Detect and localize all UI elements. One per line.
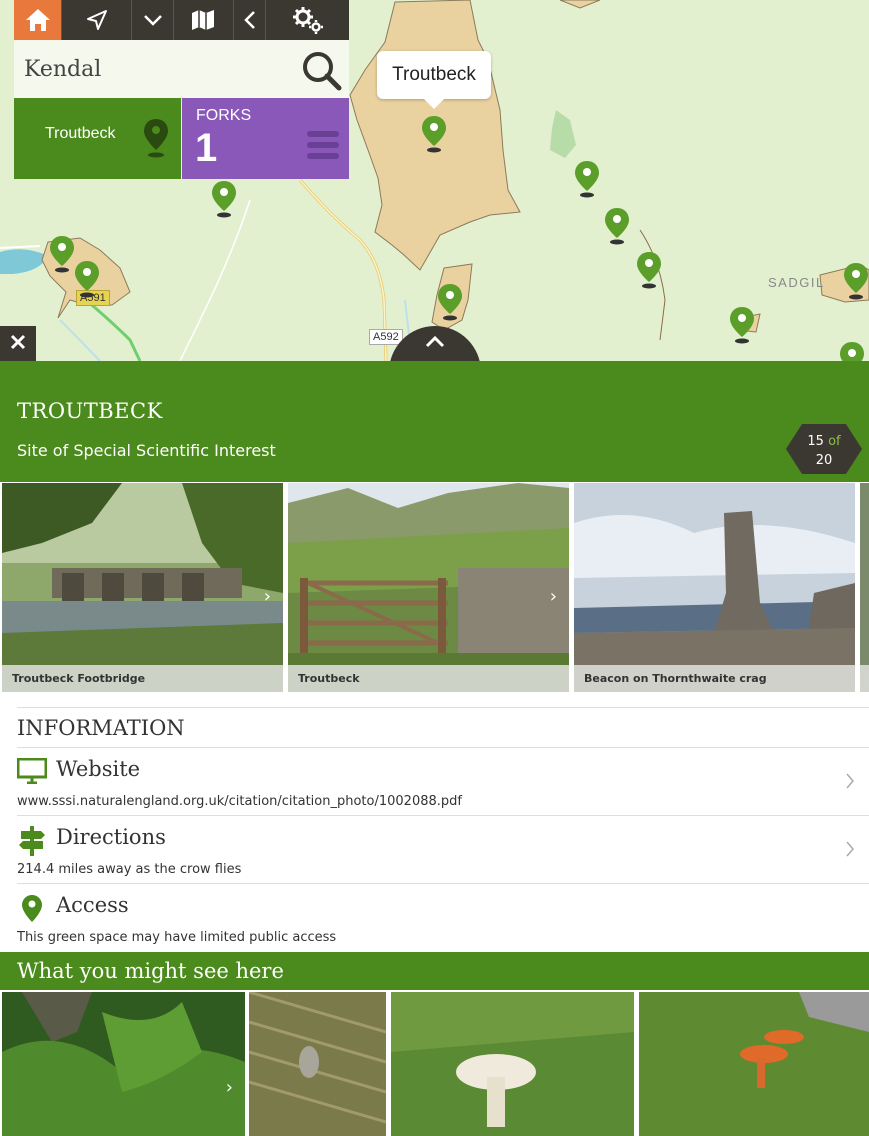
info-row-title: Access — [56, 893, 129, 917]
chevron-right-icon: › — [263, 586, 271, 607]
gallery-caption: Beacon on Thornthwaite crag — [574, 665, 855, 692]
info-row-subtitle: This green space may have limited public… — [17, 930, 337, 945]
map-toolbar — [14, 0, 349, 40]
map-pin-icon — [21, 894, 43, 928]
pager-index: 15 — [807, 434, 824, 449]
site-header: TROUTBECK Site of Special Scientific Int… — [0, 361, 869, 482]
monitor-icon — [16, 757, 48, 788]
home-icon — [24, 7, 52, 33]
place-label: SADGIL — [768, 275, 825, 290]
search-button[interactable] — [299, 48, 343, 92]
map-callout[interactable]: Troutbeck — [377, 51, 491, 109]
pager-total: 20 — [815, 453, 833, 468]
map-pin[interactable] — [49, 235, 75, 273]
see-here-title: What you might see here — [17, 959, 284, 983]
gallery-item[interactable]: › Troutbeck — [288, 483, 569, 692]
gallery-item-partial[interactable] — [860, 483, 869, 692]
forks-count: 1 — [195, 126, 218, 170]
species-item[interactable] — [249, 992, 386, 1136]
map-icon — [190, 9, 218, 31]
map-pin[interactable] — [604, 207, 630, 245]
forks-card[interactable]: FORKS 1 — [182, 98, 349, 179]
selected-site-card[interactable]: Troutbeck — [14, 98, 181, 179]
species-item[interactable]: › — [2, 992, 245, 1136]
forks-label: FORKS — [196, 107, 252, 124]
photo-fern — [2, 992, 245, 1136]
gears-icon — [292, 5, 324, 35]
info-row-subtitle: www.sssi.naturalengland.org.uk/citation/… — [17, 794, 462, 809]
photo-mushroom — [391, 992, 634, 1136]
map-pin[interactable] — [729, 306, 755, 344]
photo-grass — [249, 992, 386, 1136]
map-layers-button[interactable] — [174, 0, 234, 40]
info-row-title: Directions — [56, 825, 166, 849]
chevron-down-icon — [143, 13, 163, 27]
chevron-right-icon — [845, 772, 855, 794]
info-row-subtitle: 214.4 miles away as the crow flies — [17, 862, 242, 877]
back-button[interactable] — [234, 0, 266, 40]
chevron-right-icon — [845, 840, 855, 862]
photo-gallery[interactable]: › Troutbeck Footbridge › Troutbeck Beaco — [0, 483, 869, 692]
map-pin[interactable] — [839, 341, 865, 361]
map-pin[interactable] — [574, 160, 600, 198]
search-input[interactable] — [14, 40, 294, 98]
page-title: TROUTBECK — [17, 399, 163, 423]
location-arrow-icon — [85, 8, 109, 32]
menu-icon — [307, 131, 339, 164]
species-item[interactable] — [639, 992, 869, 1136]
map-pin[interactable] — [211, 180, 237, 218]
close-map-button[interactable] — [0, 326, 36, 361]
signpost-icon — [17, 826, 47, 860]
gallery-item[interactable]: Beacon on Thornthwaite crag — [574, 483, 855, 692]
map-pin[interactable] — [843, 262, 869, 300]
chevron-right-icon: › — [225, 1077, 233, 1098]
map-pin[interactable] — [636, 251, 662, 289]
info-row-access[interactable]: Access This green space may have limited… — [17, 883, 869, 951]
search-icon — [299, 52, 343, 96]
info-row-title: Website — [56, 757, 141, 781]
map-view[interactable]: SADGIL A591 A592 Troutbeck Kendal Troutb… — [0, 0, 869, 361]
gallery-caption: Troutbeck Footbridge — [2, 665, 283, 692]
road-label-a592: A592 — [369, 329, 403, 345]
info-row-directions[interactable]: Directions 214.4 miles away as the crow … — [17, 815, 869, 883]
map-pin[interactable] — [74, 260, 100, 298]
close-icon — [10, 334, 26, 354]
species-gallery[interactable]: › — [0, 992, 869, 1136]
map-pin[interactable] — [437, 283, 463, 321]
pager-of: of — [828, 434, 841, 449]
chevron-right-icon: › — [549, 586, 557, 607]
photo-beacon — [574, 483, 855, 692]
selected-site-label: Troutbeck — [45, 125, 116, 142]
chevron-left-icon — [243, 10, 257, 30]
home-button[interactable] — [14, 0, 62, 40]
photo-footbridge — [2, 483, 283, 692]
settings-button[interactable] — [266, 0, 349, 40]
photo-troutbeck — [288, 483, 569, 692]
search-bar — [14, 40, 349, 98]
gallery-item[interactable]: › Troutbeck Footbridge — [2, 483, 283, 692]
species-item[interactable] — [391, 992, 634, 1136]
site-pager: 15 of 20 — [786, 423, 862, 475]
gallery-caption-partial — [860, 665, 869, 692]
locate-button[interactable] — [62, 0, 132, 40]
photo-partial — [860, 483, 869, 692]
see-here-header: What you might see here — [0, 952, 869, 990]
site-type: Site of Special Scientific Interest — [17, 441, 276, 460]
map-pin-selected[interactable] — [421, 115, 447, 153]
information-heading: INFORMATION — [17, 716, 185, 740]
gallery-caption: Troutbeck — [288, 665, 569, 692]
map-pin-icon — [143, 118, 169, 163]
dropdown-button[interactable] — [132, 0, 174, 40]
info-row-website[interactable]: Website www.sssi.naturalengland.org.uk/c… — [16, 747, 869, 815]
photo-waxcap — [639, 992, 869, 1136]
